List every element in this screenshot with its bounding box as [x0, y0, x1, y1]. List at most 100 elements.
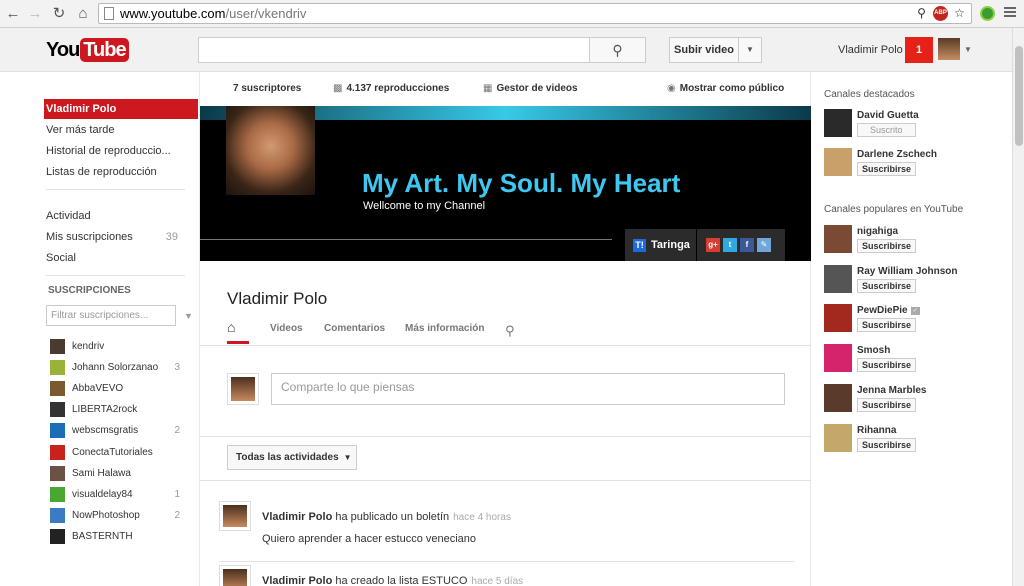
channel-thumbnail[interactable] [824, 225, 852, 253]
feed-avatar[interactable] [219, 565, 251, 586]
youtube-logo[interactable]: You Tube [46, 38, 129, 62]
guide-sidebar: Vladimir Polo Ver más tarde Historial de… [0, 72, 198, 586]
channel-name[interactable]: PewDiePie ✓ [857, 305, 920, 316]
subscription-name: AbbaVEVO [72, 382, 124, 394]
channel-thumbnail[interactable] [824, 148, 852, 176]
subscription-item[interactable]: LIBERTA2rock [50, 401, 190, 419]
tab-comments[interactable]: Comentarios [324, 323, 385, 334]
channel-thumbnail[interactable] [824, 383, 852, 412]
tab-about[interactable]: Más información [405, 323, 484, 334]
feed-action: ha creado la lista ESTUCO [335, 575, 468, 586]
upload-button[interactable]: Subir video [669, 37, 739, 63]
url-text[interactable]: www.youtube.com/user/vkendriv [120, 6, 306, 21]
guide-item-activity[interactable]: Actividad [44, 206, 198, 226]
share-input[interactable]: Comparte lo que piensas [271, 373, 785, 405]
twitter-icon[interactable]: t [723, 238, 737, 252]
subscription-item[interactable]: webscmsgratis 2 [50, 422, 190, 440]
subscription-thumbnail [50, 359, 65, 375]
feed-author[interactable]: Vladimir Polo [262, 575, 332, 586]
guide-divider [46, 189, 185, 190]
feed-author[interactable]: Vladimir Polo [262, 511, 332, 523]
menu-icon[interactable] [1004, 7, 1016, 19]
view-as-public-link[interactable]: ◉ Mostrar como público [667, 83, 784, 94]
channel-name[interactable]: nigahiga [857, 226, 898, 237]
subscribe-button[interactable]: Suscribirse [857, 318, 917, 333]
subscribe-button[interactable]: Suscribirse [857, 397, 917, 412]
subscribe-button[interactable]: Suscribirse [857, 239, 917, 253]
channel-banner: My Art. My Soul. My Heart Wellcome to my… [200, 106, 811, 261]
upload-dropdown-button[interactable]: ▼ [738, 37, 762, 63]
guide-item-watch-later[interactable]: Ver más tarde [44, 120, 198, 140]
filter-dropdown-icon[interactable]: ▼ [184, 311, 193, 321]
user-name[interactable]: Vladimir Polo [838, 44, 903, 56]
search-input[interactable] [198, 37, 590, 63]
subscription-item[interactable]: Johann Solorzanao 3 [50, 358, 190, 376]
search-button[interactable]: ⚲ [589, 37, 646, 63]
channel-name-text: David Guetta [857, 110, 919, 121]
right-sidebar: Canales destacados David Guetta Suscrito D… [812, 72, 1012, 586]
subscribe-button[interactable]: Suscribirse [857, 278, 917, 293]
channel-thumbnail[interactable] [824, 304, 852, 333]
back-arrow-icon[interactable]: ← [4, 5, 22, 23]
banner-subtitle: Wellcome to my Channel [363, 200, 486, 212]
avatar[interactable] [938, 38, 960, 60]
share-divider [200, 436, 811, 437]
feed-item-divider [219, 561, 794, 562]
star-icon[interactable]: ☆ [952, 6, 967, 21]
guide-item-subscriptions[interactable]: Mis suscripciones 39 [44, 227, 198, 247]
subscribe-button[interactable]: Suscribirse [857, 358, 917, 373]
subscriptions-heading: SUSCRIPCIONES [48, 285, 131, 296]
zoom-icon[interactable]: ⚲ [914, 6, 929, 21]
subscription-item[interactable]: BASTERNTH [50, 528, 190, 546]
channel-thumbnail[interactable] [824, 264, 852, 293]
notification-badge[interactable]: 1 [905, 37, 933, 63]
subscription-name: Sami Halawa [72, 467, 131, 479]
address-bar[interactable]: www.youtube.com/user/vkendriv ⚲ ABP ☆ [98, 3, 972, 24]
channel-name[interactable]: Jenna Marbles [857, 385, 926, 396]
subscriptions-filter-input[interactable]: Filtrar suscripciones... [46, 305, 176, 326]
account-dropdown-icon[interactable]: ▼ [964, 45, 972, 54]
channel-thumbnail[interactable] [824, 109, 852, 137]
channel-name[interactable]: Smosh [857, 345, 890, 356]
subscription-thumbnail [50, 444, 65, 460]
forward-arrow-icon[interactable]: → [26, 5, 44, 23]
subscription-thumbnail [50, 529, 65, 545]
taringa-link[interactable]: T! Taringa [625, 229, 696, 261]
channel-thumbnail[interactable] [824, 344, 852, 373]
subscribe-button[interactable]: Suscribirse [857, 437, 917, 452]
subscription-item[interactable]: visualdelay84 1 [50, 485, 190, 503]
channel-name[interactable]: Darlene Zschech [857, 149, 937, 160]
subscription-item[interactable]: NowPhotoshop 2 [50, 507, 190, 525]
scrollbar-thumb[interactable] [1015, 46, 1023, 146]
channel-name[interactable]: David Guetta [857, 110, 919, 121]
google-plus-icon[interactable]: g+ [706, 238, 720, 252]
channel-search-icon[interactable]: ⚲ [505, 323, 515, 339]
subscription-item[interactable]: ConectaTutoriales [50, 443, 190, 461]
tab-home[interactable]: ⌂ [227, 319, 249, 344]
activity-filter-dropdown[interactable]: Todas las actividades ▼ [227, 445, 357, 470]
subscription-item[interactable]: AbbaVEVO [50, 379, 190, 397]
video-manager-link[interactable]: ▦ Gestor de videos [483, 83, 578, 94]
channel-name[interactable]: Rihanna [857, 425, 896, 436]
home-icon[interactable]: ⌂ [74, 5, 92, 23]
blog-icon[interactable]: ✎ [757, 238, 771, 252]
banner-title: My Art. My Soul. My Heart [362, 168, 681, 198]
subscribe-button[interactable]: Suscribirse [857, 162, 917, 176]
extension-icon[interactable] [980, 6, 995, 21]
guide-item-social[interactable]: Social [44, 248, 198, 268]
reload-icon[interactable]: ↻ [50, 5, 68, 23]
tab-videos[interactable]: Videos [270, 323, 303, 334]
subscribed-button[interactable]: Suscrito [857, 123, 916, 137]
guide-item-history[interactable]: Historial de reproduccio... [44, 141, 198, 161]
page-scrollbar[interactable] [1012, 28, 1024, 586]
site-header: You Tube ⚲ Subir video ▼ Vladimir Polo 1 … [0, 28, 1012, 72]
adblock-icon[interactable]: ABP [933, 6, 948, 21]
subscription-item[interactable]: Sami Halawa [50, 464, 190, 482]
subscription-item[interactable]: kendriv [50, 337, 190, 355]
channel-thumbnail[interactable] [824, 423, 852, 452]
channel-name[interactable]: Ray William Johnson [857, 266, 957, 277]
guide-item-channel[interactable]: Vladimir Polo [44, 99, 198, 119]
facebook-icon[interactable]: f [740, 238, 754, 252]
guide-item-playlists[interactable]: Listas de reproducción [44, 162, 198, 182]
feed-avatar[interactable] [219, 501, 251, 531]
